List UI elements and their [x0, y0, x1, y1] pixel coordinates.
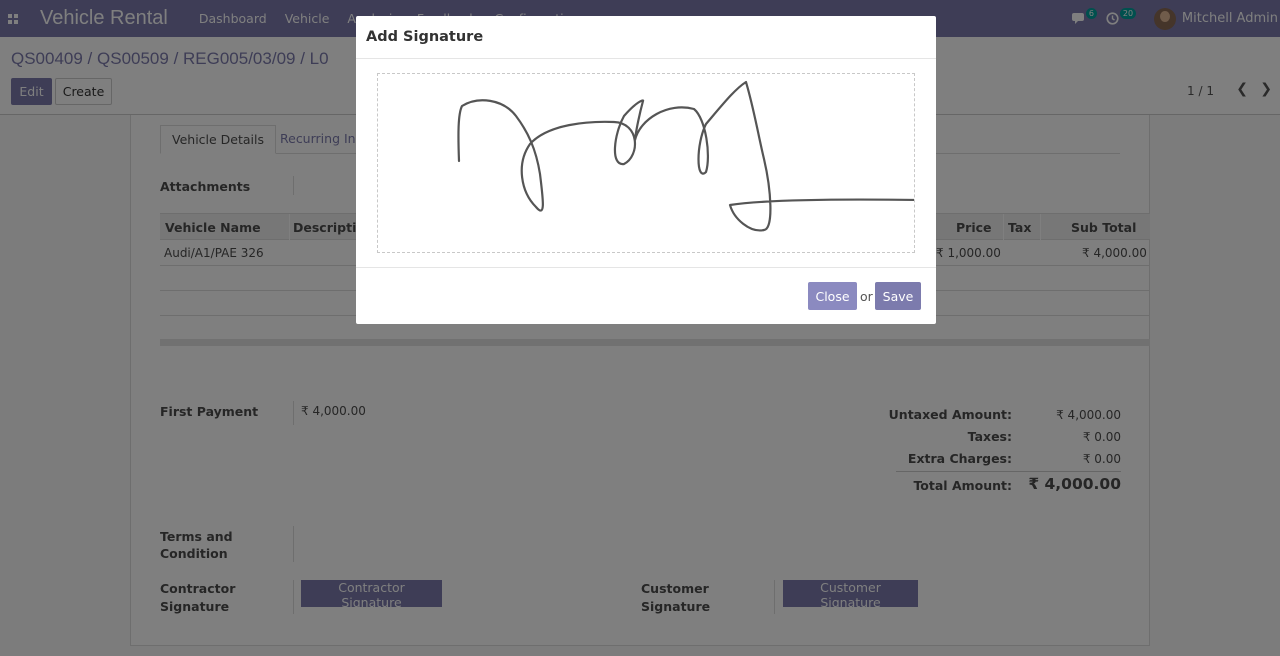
signature-drawing: [457, 80, 914, 232]
signature-pad[interactable]: [377, 73, 915, 253]
close-button[interactable]: Close: [808, 282, 857, 310]
add-signature-dialog: Add Signature Close or Save: [356, 16, 936, 324]
or-text: or: [860, 289, 873, 304]
save-button[interactable]: Save: [875, 282, 921, 310]
dialog-title: Add Signature: [366, 29, 484, 45]
